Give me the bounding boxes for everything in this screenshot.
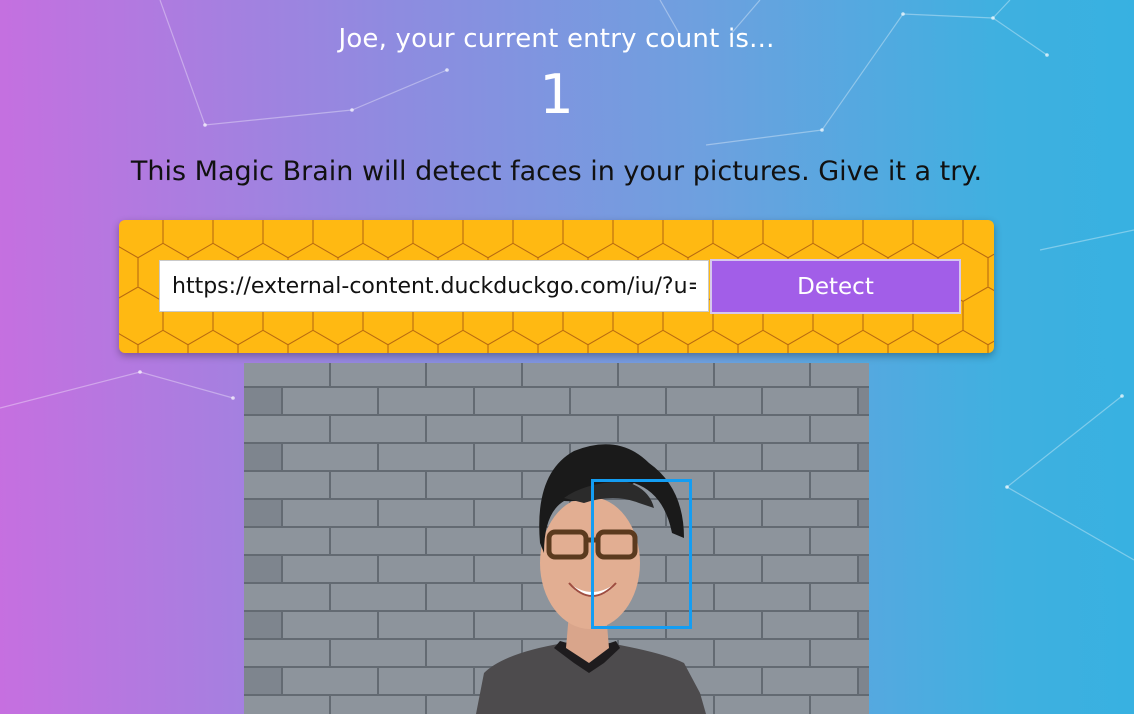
face-bounding-box [591,479,692,629]
image-url-input[interactable] [159,260,709,312]
entry-count-value: 1 [539,63,574,126]
detect-button[interactable]: Detect [710,259,961,314]
entry-count-greeting: Joe, your current entry count is... [338,24,775,54]
image-link-form: Detect [119,220,994,353]
portrait-photo [244,363,869,714]
input-image [244,363,869,714]
intro-text: This Magic Brain will detect faces in yo… [130,156,983,187]
